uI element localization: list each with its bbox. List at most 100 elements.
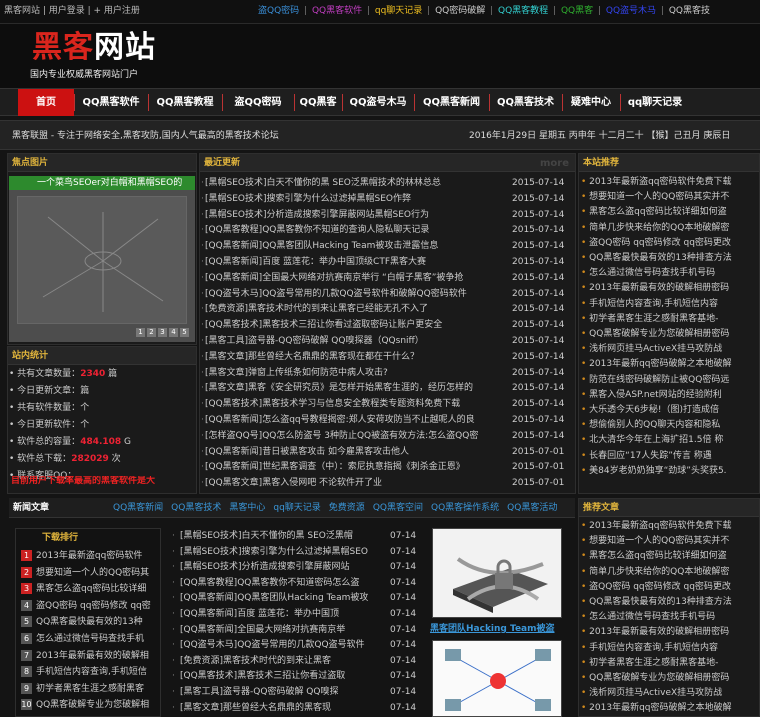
news-list-title[interactable]: [黑客工具]盗号器-QQ密码破解 QQ嗅探 — [180, 684, 390, 700]
latest-row[interactable]: · [怎样盗QQ号]QQ怎么防盗号 3种防止QQ被盗有效方法:怎么盗QQ密 2015… — [201, 428, 574, 444]
news-tab[interactable]: 免费资源 — [329, 503, 365, 513]
featured-link[interactable]: 想要知道一个人的QQ密码其实并不 — [589, 536, 729, 546]
latest-row[interactable]: · [QQ黑客技术]黑客技术学习与信息安全教程类专题资料免费下载 2015-07-1… — [201, 396, 574, 412]
featured-link[interactable]: 简单几步快来给你的QQ本地破解密 — [589, 567, 729, 577]
recommend-item[interactable]: • 想要知道一个人的QQ密码其实并不 — [581, 190, 759, 205]
recommend-link[interactable]: 想要知道一个人的QQ密码其实并不 — [589, 192, 729, 202]
more-link[interactable]: more — [540, 158, 569, 170]
nav-item-9[interactable]: qq聊天记录 — [620, 89, 690, 116]
featured-link[interactable]: 2013年最新qq密码破解之本地破解 — [589, 703, 731, 713]
news-list-row[interactable]: · [QQ黑客新闻]QQ黑客团队Hacking Team被攻 07-14 — [172, 590, 422, 606]
rank-item[interactable]: 1 2013年最新盗qq密码软件 — [21, 548, 161, 564]
news-list-title[interactable]: [黑帽SEO技术]分析造成搜索引擎屏蔽网站 — [180, 559, 390, 575]
latest-row[interactable]: · [黑帽SEO技术]搜索引擎为什么过滤掉黑帽SEO作弊 2015-07-14 — [201, 191, 574, 207]
nav-item-1[interactable]: QQ黑客软件 — [74, 89, 148, 116]
rank-link[interactable]: 手机短信内容查询,手机短信 — [36, 667, 147, 677]
rank-link[interactable]: 2013年最新盗qq密码软件 — [36, 551, 142, 561]
rank-item[interactable]: 6 怎么通过微信号码查找手机 — [21, 631, 161, 647]
news-list-row[interactable]: · [QQ黑客教程]QQ黑客教你不知道密码怎么盗 07-14 — [172, 575, 422, 591]
news-list-row[interactable]: · [QQ黑客新闻]全国最大网络对抗赛南京举 07-14 — [172, 622, 422, 638]
top-link[interactable]: QQ盗号木马 — [606, 6, 656, 16]
rank-item[interactable]: 10 QQ黑客破解专业为您破解相 — [21, 697, 161, 713]
recommend-item[interactable]: • 长春回应“17人失踪”传言 称遇 — [581, 449, 759, 464]
news-list-title[interactable]: [黑帽SEO技术]白天不懂你的黑 SEO泛黑帽 — [180, 528, 390, 544]
recommend-item[interactable]: • 黑客怎么盗qq密码比较详细如何盗 — [581, 205, 759, 220]
recommend-item[interactable]: • 手机短信内容查询,手机短信内容 — [581, 297, 759, 312]
rank-item[interactable]: 8 手机短信内容查询,手机短信 — [21, 664, 161, 680]
news-list-title[interactable]: [QQ盗号木马]QQ盗号常用的几款QQ盗号软件 — [180, 637, 390, 653]
latest-row[interactable]: · [QQ黑客新闻]世纪黑客调查（中）：索尼执意指揭《刺杀金正恩》 2015-07-… — [201, 459, 574, 475]
slide-dot[interactable]: 2 — [147, 328, 156, 338]
featured-link[interactable]: 2013年最新盗qq密码软件免费下载 — [589, 521, 731, 531]
latest-title[interactable]: [QQ黑客新闻]世纪黑客调查（中）：索尼执意指揭《刺杀金正恩》 — [205, 459, 505, 475]
recommend-item[interactable]: • QQ黑客破解专业为您破解相册密码 — [581, 327, 759, 342]
featured-link[interactable]: QQ黑客最快最有效的13种排查方法 — [589, 597, 732, 607]
latest-title[interactable]: [QQ黑客新闻]QQ黑客团队Hacking Team被攻击泄露信息 — [205, 238, 505, 254]
latest-title[interactable]: [QQ黑客技术]黑客技术三招让你看过盗取密码让账户更安全 — [205, 317, 505, 333]
slide-dot[interactable]: 3 — [158, 328, 167, 338]
latest-title[interactable]: [黑帽SEO技术]搜索引擎为什么过滤掉黑帽SEO作弊 — [205, 191, 505, 207]
featured-link[interactable]: 盗QQ密码 qq密码修改 qq密码更改 — [589, 582, 731, 592]
recommend-link[interactable]: QQ黑客破解专业为您破解相册密码 — [589, 329, 729, 339]
rank-item[interactable]: 7 2013年最新最有效的破解相 — [21, 648, 161, 664]
rank-item[interactable]: 4 盗QQ密码 qq密码修改 qq密 — [21, 598, 161, 614]
latest-title[interactable]: [QQ黑客教程]QQ黑客教你不知道的查询人隐私聊天记录 — [205, 222, 505, 238]
recommend-link[interactable]: 黑客入侵ASP.net网站的经验附利 — [589, 390, 722, 400]
slide-dot[interactable]: 5 — [180, 328, 189, 338]
news-list-row[interactable]: · [免费资源]黑客技术时代的到来让黑客 07-14 — [172, 653, 422, 669]
recommend-link[interactable]: 长春回应“17人失踪”传言 称遇 — [589, 451, 712, 461]
top-account-links[interactable]: 黑客网站 | 用户登录 | + 用户注册 — [4, 6, 140, 17]
featured-link[interactable]: 怎么通过微信号码查找手机号码 — [589, 612, 715, 622]
featured-item[interactable]: • 想要知道一个人的QQ密码其实并不 — [581, 534, 759, 549]
recommend-link[interactable]: 盗QQ密码 qq密码修改 qq密码更改 — [589, 238, 731, 248]
site-logo[interactable]: 黑客网站 — [32, 30, 156, 66]
news-list-row[interactable]: · [黑帽SEO技术]搜索引擎为什么过滤掉黑帽SEO 07-14 — [172, 544, 422, 560]
recommend-link[interactable]: 美84岁老奶奶独享“劲球”头奖获5. — [589, 466, 726, 476]
latest-row[interactable]: · [黑客文章]那些曾经大名鼎鼎的黑客现在都在干什么？ 2015-07-14 — [201, 349, 574, 365]
latest-row[interactable]: · [黑帽SEO技术]白天不懂你的黑 SEO泛黑帽技术的林林总总 2015-07-1… — [201, 175, 574, 191]
news-list-title[interactable]: [QQ黑客新闻]全国最大网络对抗赛南京举 — [180, 622, 390, 638]
latest-title[interactable]: [QQ盗号木马]QQ盗号常用的几款QQ盗号软件和破解QQ密码软件 — [205, 286, 505, 302]
latest-title[interactable]: [黑客工具]盗号器-QQ密码破解 QQ嗅探器（QQsniff） — [205, 333, 505, 349]
featured-item[interactable]: • 黑客怎么盗qq密码比较详细如何盗 — [581, 549, 759, 564]
featured-item[interactable]: • 怎么通过微信号码查找手机号码 — [581, 610, 759, 625]
latest-row[interactable]: · [QQ黑客新闻]怎么盗qq号教程揭密:郑人安荷攻防当不止越呢人的良 2015-0… — [201, 412, 574, 428]
nav-item-7[interactable]: QQ黑客技术 — [489, 89, 562, 116]
top-link[interactable]: 盗QQ密码 — [258, 6, 299, 16]
top-link[interactable]: QQ黑客技 — [669, 6, 710, 16]
latest-row[interactable]: · [QQ黑客新闻]昔日被黑客攻击 如今雇黑客攻击他人 2015-07-01 — [201, 444, 574, 460]
featured-item[interactable]: • 手机短信内容查询,手机短信内容 — [581, 641, 759, 656]
recommend-item[interactable]: • 盗QQ密码 qq密码修改 qq密码更改 — [581, 236, 759, 251]
latest-row[interactable]: · [黑帽SEO技术]分析造成搜索引擎屏蔽网站黑帽SEO行为 2015-07-14 — [201, 207, 574, 223]
news-list-title[interactable]: [QQ黑客教程]QQ黑客教你不知道密码怎么盗 — [180, 575, 390, 591]
recommend-item[interactable]: • 黑客入侵ASP.net网站的经验附利 — [581, 388, 759, 403]
featured-item[interactable]: • 初学者黑客生涯之感耐黑客基地- — [581, 656, 759, 671]
latest-row[interactable]: · [QQ黑客新闻]全国最大网络对抗赛南京举行 “白帽子黑客”被争抢 2015-07… — [201, 270, 574, 286]
latest-title[interactable]: [黑帽SEO技术]白天不懂你的黑 SEO泛黑帽技术的林林总总 — [205, 175, 505, 191]
recommend-link[interactable]: 大乐透今天6步秘!（图)打造成倍 — [589, 405, 719, 415]
latest-title[interactable]: [QQ黑客新闻]百度 蓝莲花：举办中国顶级CTF黑客大赛 — [205, 254, 505, 270]
featured-link[interactable]: 2013年最新最有效的破解相册密码 — [589, 627, 729, 637]
news-tab[interactable]: QQ黑客操作系统 — [431, 503, 499, 513]
recommend-link[interactable]: 2013年最新盗qq密码软件免费下载 — [589, 177, 731, 187]
latest-row[interactable]: · [QQ黑客新闻]百度 蓝莲花：举办中国顶级CTF黑客大赛 2015-07-14 — [201, 254, 574, 270]
rank-link[interactable]: 2013年最新最有效的破解相 — [36, 651, 149, 661]
recommend-link[interactable]: 2013年最新最有效的破解相册密码 — [589, 283, 729, 293]
recommend-item[interactable]: • 北大清华今年在上海扩招1.5倍 称 — [581, 433, 759, 448]
rank-link[interactable]: QQ黑客最快最有效的13种 — [36, 617, 143, 627]
recommend-link[interactable]: 手机短信内容查询,手机短信内容 — [589, 299, 718, 309]
latest-title[interactable]: [QQ黑客文章]黑客入侵网吧 不论软件开了业 — [205, 475, 505, 491]
latest-title[interactable]: [QQ黑客新闻]昔日被黑客攻击 如今雇黑客攻击他人 — [205, 444, 505, 460]
news-list-row[interactable]: · [QQ盗号木马]QQ盗号常用的几款QQ盗号软件 07-14 — [172, 637, 422, 653]
featured-item[interactable]: • QQ黑客最快最有效的13种排查方法 — [581, 595, 759, 610]
top-link[interactable]: qq聊天记录 — [375, 6, 422, 16]
nav-item-4[interactable]: QQ黑客 — [294, 89, 342, 116]
nav-item-6[interactable]: QQ黑客新闻 — [414, 89, 489, 116]
latest-title[interactable]: [怎样盗QQ号]QQ怎么防盗号 3种防止QQ被盗有效方法:怎么盗QQ密 — [205, 428, 505, 444]
latest-row[interactable]: · [黑客工具]盗号器-QQ密码破解 QQ嗅探器（QQsniff） 2015-07-… — [201, 333, 574, 349]
rank-link[interactable]: 初学者黑客生涯之感耐黑客 — [36, 684, 144, 694]
recommend-item[interactable]: • 初学者黑客生涯之感耐黑客基地- — [581, 312, 759, 327]
news-list-title[interactable]: [黑客文章]那些曾经大名鼎鼎的黑客现 — [180, 700, 390, 716]
recommend-link[interactable]: 黑客怎么盗qq密码比较详细如何盗 — [589, 207, 726, 217]
news-list-title[interactable]: [免费资源]黑客技术时代的到来让黑客 — [180, 653, 390, 669]
